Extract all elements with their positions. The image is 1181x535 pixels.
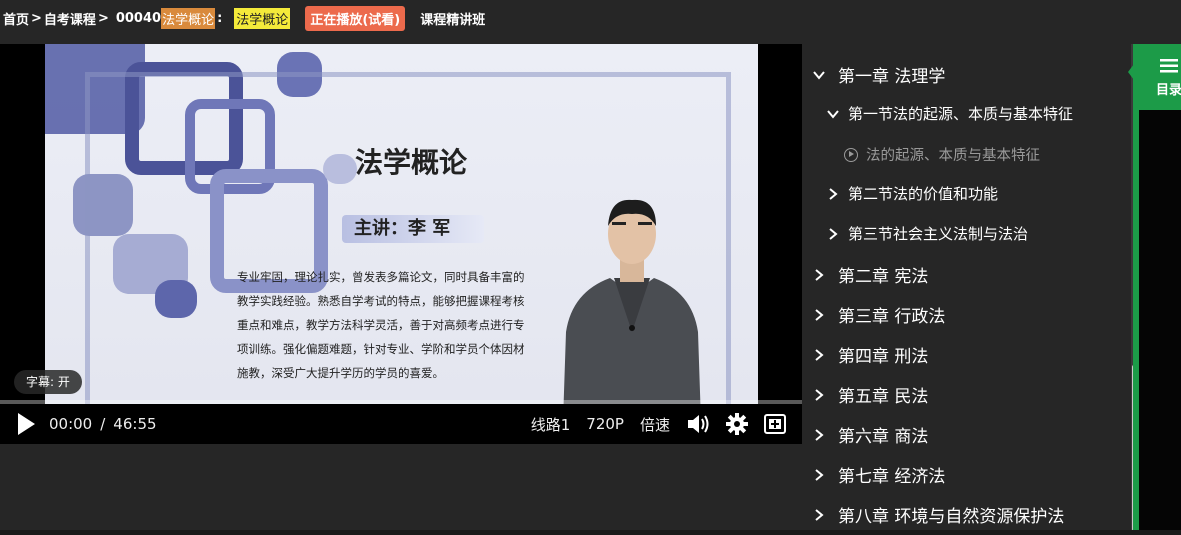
- chevron-right-icon: [815, 268, 824, 281]
- chapter-item[interactable]: 第二章 宪法: [812, 262, 928, 287]
- chapter-list: 第一章 法理学 第一节法的起源、本质与基本特征 法的起源、本质与基本特征 第二节…: [802, 44, 1132, 535]
- section-label: 第一节法的起源、本质与基本特征: [848, 105, 1074, 123]
- chapter-item[interactable]: 第七章 经济法: [812, 462, 945, 487]
- course-type-label: 课程精讲班: [420, 12, 486, 28]
- subtitle-toggle[interactable]: 字幕: 开: [14, 370, 82, 394]
- bio-line: 重点和难点，教学方法科学灵活，善于对高频考点进行专: [237, 318, 525, 332]
- lesson-item[interactable]: 法的起源、本质与基本特征: [844, 144, 1040, 165]
- chapter-item[interactable]: 第五章 民法: [812, 382, 928, 407]
- chapter-item[interactable]: 第一章 法理学: [812, 62, 945, 87]
- chevron-right-icon: [815, 308, 824, 321]
- chapter-item[interactable]: 第三章 行政法: [812, 302, 945, 327]
- section-label: 第二节法的价值和功能: [848, 185, 999, 203]
- chevron-right-icon: [815, 508, 824, 521]
- chevron-right-icon: [815, 348, 824, 361]
- section-item[interactable]: 第三节社会主义法制与法治: [826, 223, 1028, 244]
- chapter-label: 第三章 行政法: [838, 307, 946, 327]
- player-controls-right: 线路1 720P 倍速: [531, 413, 802, 435]
- slide-title: 法学概论: [355, 146, 468, 179]
- lecturer-label: 主讲：李 军: [342, 215, 484, 243]
- play-circle-icon: [844, 147, 858, 162]
- volume-icon[interactable]: [686, 413, 710, 435]
- course-name-highlight: 法学概论: [161, 7, 216, 29]
- bio-line: 教学实践经验。熟悉自学考试的特点，能够把握课程考核: [237, 294, 525, 308]
- chevron-right-icon: [829, 187, 838, 200]
- line-select-button[interactable]: 线路1: [531, 414, 571, 435]
- play-icon[interactable]: [16, 412, 36, 436]
- chevron-right-icon: [815, 388, 824, 401]
- bio-line: 施教，深受广大提升学历的学员的喜爱。: [237, 366, 444, 380]
- time-separator: /: [100, 415, 106, 433]
- breadcrumb-separator: >: [97, 10, 109, 26]
- time-display: 00:00 / 46:55: [49, 415, 157, 433]
- chapter-label: 第二章 宪法: [838, 267, 929, 287]
- video-player[interactable]: 法学概论 主讲：李 军 专业牢固，理论扎实，曾发表多篇论文，同时具备丰富的 教学…: [0, 44, 802, 444]
- chapter-label: 第四章 刑法: [838, 347, 929, 367]
- chevron-right-icon: [815, 428, 824, 441]
- current-time: 00:00: [49, 415, 93, 433]
- speed-select-button[interactable]: 倍速: [640, 414, 670, 435]
- chapter-label: 第七章 经济法: [838, 467, 946, 487]
- player-controls: 00:00 / 46:55 线路1 720P 倍速: [0, 404, 802, 444]
- breadcrumb-separator: >: [31, 10, 42, 26]
- bottom-divider: [0, 530, 1181, 535]
- tab-panel: [1139, 110, 1181, 530]
- gear-icon[interactable]: [726, 413, 748, 435]
- chapter-label: 第六章 商法: [838, 427, 929, 447]
- course-name-tag: 法学概论: [234, 7, 291, 29]
- breadcrumb-colon: :: [217, 10, 223, 26]
- bio-line: 专业牢固，理论扎实，曾发表多篇论文，同时具备丰富的: [237, 270, 525, 284]
- chapter-item[interactable]: 第八章 环境与自然资源保护法: [812, 502, 1064, 527]
- section-item[interactable]: 第二节法的价值和功能: [826, 183, 998, 204]
- menu-icon: [1160, 59, 1178, 73]
- bio-line: 项训练。强化偏题难题，针对专业、学阶和学员个体因材: [237, 342, 525, 356]
- section-item[interactable]: 第一节法的起源、本质与基本特征: [826, 103, 1073, 124]
- lecturer-bio: 专业牢固，理论扎实，曾发表多篇论文，同时具备丰富的 教学实践经验。熟悉自学考试的…: [237, 265, 559, 385]
- chevron-down-icon: [827, 109, 839, 119]
- course-code: 00040: [115, 10, 162, 26]
- duration: 46:55: [113, 415, 157, 433]
- catalog-tab-label: 目录: [1156, 83, 1181, 98]
- quality-select-button[interactable]: 720P: [586, 415, 624, 433]
- chevron-right-icon: [815, 468, 824, 481]
- chapter-item[interactable]: 第四章 刑法: [812, 342, 928, 367]
- breadcrumb-home[interactable]: 首页: [3, 9, 29, 28]
- lesson-label: 法的起源、本质与基本特征: [866, 148, 1040, 164]
- section-label: 第三节社会主义法制与法治: [848, 225, 1029, 243]
- chapter-label: 第一章 法理学: [838, 67, 946, 87]
- chapter-label: 第八章 环境与自然资源保护法: [838, 507, 1065, 527]
- chevron-right-icon: [829, 227, 838, 240]
- chapter-item[interactable]: 第六章 商法: [812, 422, 928, 447]
- catalog-tab[interactable]: [1133, 44, 1181, 110]
- fullscreen-icon[interactable]: [764, 414, 786, 434]
- status-badge: 正在播放(试看): [305, 5, 406, 31]
- chevron-down-icon: [813, 70, 825, 80]
- chapter-label: 第五章 民法: [838, 387, 929, 407]
- breadcrumb-category[interactable]: 自考课程: [44, 9, 96, 28]
- breadcrumb: 首页 > 自考课程 > 00040 法学概论 : 法学概论 正在播放(试看) 课…: [0, 0, 1181, 36]
- video-frame: 法学概论 主讲：李 军 专业牢固，理论扎实，曾发表多篇论文，同时具备丰富的 教学…: [45, 44, 758, 444]
